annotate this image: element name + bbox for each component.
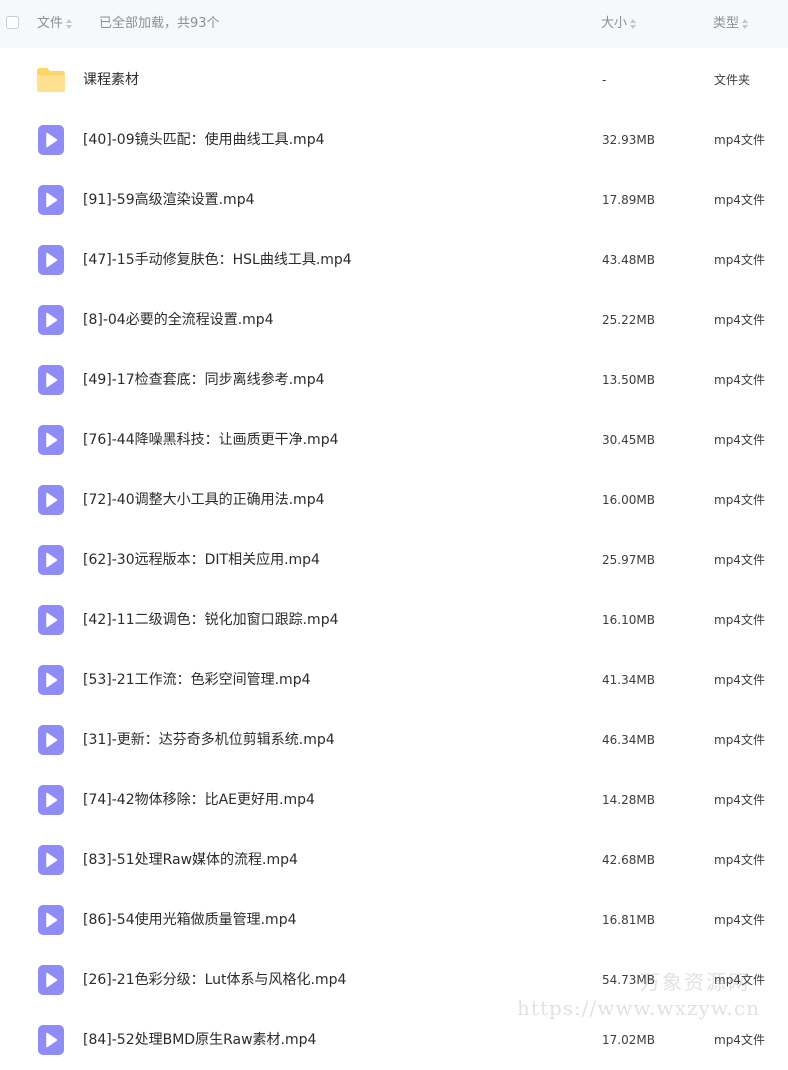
name-column-label: 文件 — [37, 16, 64, 31]
file-row[interactable]: [83]-51处理Raw媒体的流程.mp4 42.68MB mp4文件 — [0, 830, 788, 890]
video-file-icon — [38, 185, 66, 215]
video-file-icon — [38, 545, 66, 575]
file-size: 54.73MB — [602, 973, 655, 987]
file-list-header: 文件 已全部加载，共93个 大小 类型 — [0, 0, 788, 48]
size-column-label: 大小 — [601, 16, 628, 31]
file-row[interactable]: [8]-04必要的全流程设置.mp4 25.22MB mp4文件 — [0, 290, 788, 350]
file-row[interactable]: [62]-30远程版本：DIT相关应用.mp4 25.97MB mp4文件 — [0, 530, 788, 590]
file-name[interactable]: [74]-42物体移除：比AE更好用.mp4 — [83, 791, 315, 809]
file-size: 46.34MB — [602, 733, 655, 747]
file-type: mp4文件 — [714, 913, 765, 927]
file-name[interactable]: [42]-11二级调色：锐化加窗口跟踪.mp4 — [83, 611, 339, 629]
file-name[interactable]: [8]-04必要的全流程设置.mp4 — [83, 311, 274, 329]
file-size: 41.34MB — [602, 673, 655, 687]
file-size: 17.89MB — [602, 193, 655, 207]
file-type: mp4文件 — [714, 853, 765, 867]
file-row[interactable]: [72]-40调整大小工具的正确用法.mp4 16.00MB mp4文件 — [0, 470, 788, 530]
file-size: 25.22MB — [602, 313, 655, 327]
file-type: mp4文件 — [714, 433, 765, 447]
file-type: mp4文件 — [714, 613, 765, 627]
file-name[interactable]: [47]-15手动修复肤色：HSL曲线工具.mp4 — [83, 251, 352, 269]
video-file-icon — [38, 725, 66, 755]
folder-icon — [36, 67, 65, 97]
file-size: 32.93MB — [602, 133, 655, 147]
file-size: 43.48MB — [602, 253, 655, 267]
video-file-icon — [38, 905, 66, 935]
video-file-icon — [38, 245, 66, 275]
video-file-icon — [38, 125, 66, 155]
file-size: 42.68MB — [602, 853, 655, 867]
file-row[interactable]: 课程素材 - 文件夹 — [0, 50, 788, 110]
video-file-icon — [38, 845, 66, 875]
file-size: 16.81MB — [602, 913, 655, 927]
file-type: mp4文件 — [714, 733, 765, 747]
file-type: mp4文件 — [714, 1033, 765, 1047]
video-file-icon — [38, 305, 66, 335]
file-row[interactable]: [40]-09镜头匹配：使用曲线工具.mp4 32.93MB mp4文件 — [0, 110, 788, 170]
file-name[interactable]: [26]-21色彩分级：Lut体系与风格化.mp4 — [83, 971, 346, 989]
file-row[interactable]: [91]-59高级渲染设置.mp4 17.89MB mp4文件 — [0, 170, 788, 230]
video-file-icon — [38, 365, 66, 395]
select-all-checkbox[interactable] — [6, 16, 19, 29]
file-name[interactable]: [86]-54使用光箱做质量管理.mp4 — [83, 911, 297, 929]
file-name[interactable]: [72]-40调整大小工具的正确用法.mp4 — [83, 491, 325, 509]
type-column-header[interactable]: 类型 — [713, 16, 749, 32]
type-column-label: 类型 — [713, 16, 740, 31]
file-row[interactable]: [31]-更新：达芬奇多机位剪辑系统.mp4 46.34MB mp4文件 — [0, 710, 788, 770]
sort-icon[interactable] — [66, 19, 73, 29]
file-row[interactable]: [76]-44降噪黑科技：让画质更干净.mp4 30.45MB mp4文件 — [0, 410, 788, 470]
file-type: mp4文件 — [714, 313, 765, 327]
file-size: 17.02MB — [602, 1033, 655, 1047]
video-file-icon — [38, 485, 66, 515]
file-type: mp4文件 — [714, 133, 765, 147]
file-name[interactable]: [62]-30远程版本：DIT相关应用.mp4 — [83, 551, 320, 569]
file-type: mp4文件 — [714, 553, 765, 567]
file-size: 14.28MB — [602, 793, 655, 807]
video-file-icon — [38, 665, 66, 695]
file-size: 16.00MB — [602, 493, 655, 507]
file-row[interactable]: [53]-21工作流：色彩空间管理.mp4 41.34MB mp4文件 — [0, 650, 788, 710]
file-name[interactable]: [40]-09镜头匹配：使用曲线工具.mp4 — [83, 131, 325, 149]
file-name[interactable]: [31]-更新：达芬奇多机位剪辑系统.mp4 — [83, 731, 335, 749]
size-column-header[interactable]: 大小 — [601, 16, 637, 32]
video-file-icon — [38, 1025, 66, 1055]
file-name[interactable]: [83]-51处理Raw媒体的流程.mp4 — [83, 851, 298, 869]
video-file-icon — [38, 965, 66, 995]
file-type: mp4文件 — [714, 193, 765, 207]
file-type: 文件夹 — [714, 73, 751, 87]
video-file-icon — [38, 605, 66, 635]
file-name[interactable]: [49]-17检查套底：同步离线参考.mp4 — [83, 371, 325, 389]
file-row[interactable]: [47]-15手动修复肤色：HSL曲线工具.mp4 43.48MB mp4文件 — [0, 230, 788, 290]
sort-icon[interactable] — [630, 19, 637, 29]
file-name[interactable]: [53]-21工作流：色彩空间管理.mp4 — [83, 671, 311, 689]
video-file-icon — [38, 425, 66, 455]
file-name[interactable]: 课程素材 — [83, 71, 139, 89]
file-type: mp4文件 — [714, 373, 765, 387]
file-row[interactable]: [26]-21色彩分级：Lut体系与风格化.mp4 54.73MB mp4文件 — [0, 950, 788, 1010]
loaded-count-text: 已全部加载，共93个 — [99, 16, 220, 31]
file-type: mp4文件 — [714, 673, 765, 687]
file-size: 25.97MB — [602, 553, 655, 567]
file-name[interactable]: [76]-44降噪黑科技：让画质更干净.mp4 — [83, 431, 339, 449]
file-type: mp4文件 — [714, 253, 765, 267]
video-file-icon — [38, 785, 66, 815]
file-row[interactable]: [84]-52处理BMD原生Raw素材.mp4 17.02MB mp4文件 — [0, 1010, 788, 1070]
file-name[interactable]: [84]-52处理BMD原生Raw素材.mp4 — [83, 1031, 316, 1049]
file-name[interactable]: [91]-59高级渲染设置.mp4 — [83, 191, 255, 209]
file-row[interactable]: [42]-11二级调色：锐化加窗口跟踪.mp4 16.10MB mp4文件 — [0, 590, 788, 650]
sort-icon[interactable] — [742, 19, 749, 29]
name-column-header[interactable]: 文件 — [37, 16, 73, 32]
file-size: 30.45MB — [602, 433, 655, 447]
file-row[interactable]: [74]-42物体移除：比AE更好用.mp4 14.28MB mp4文件 — [0, 770, 788, 830]
file-row[interactable]: [86]-54使用光箱做质量管理.mp4 16.81MB mp4文件 — [0, 890, 788, 950]
file-type: mp4文件 — [714, 793, 765, 807]
file-type: mp4文件 — [714, 973, 765, 987]
file-size: 13.50MB — [602, 373, 655, 387]
file-size: - — [602, 73, 607, 87]
file-type: mp4文件 — [714, 493, 765, 507]
file-size: 16.10MB — [602, 613, 655, 627]
file-row[interactable]: [49]-17检查套底：同步离线参考.mp4 13.50MB mp4文件 — [0, 350, 788, 410]
